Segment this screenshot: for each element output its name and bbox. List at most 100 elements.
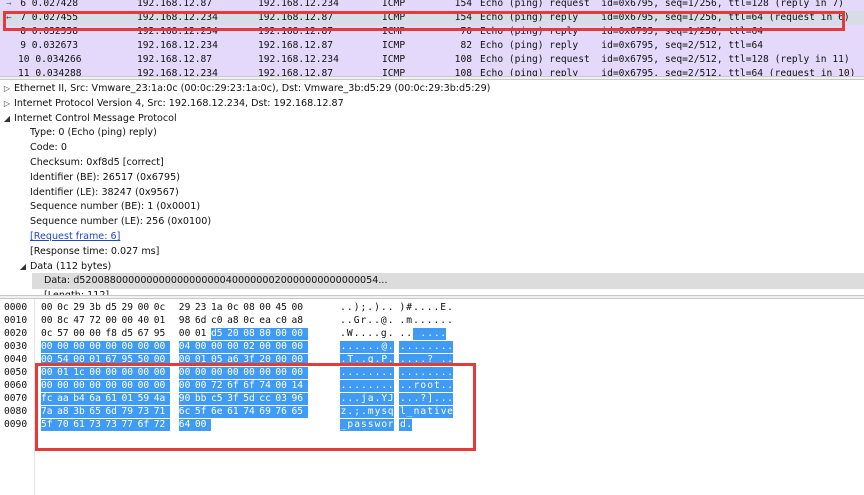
ascii-byte[interactable]: . xyxy=(387,367,394,379)
ascii-byte[interactable]: . xyxy=(374,328,380,340)
hex-byte[interactable]: 00 xyxy=(259,302,275,314)
detail-tree-item[interactable]: Checksum: 0xf8d5 [correct] xyxy=(30,156,164,170)
tree-expander-icon[interactable]: ▷ xyxy=(2,82,12,96)
hex-byte[interactable]: 6d xyxy=(195,315,211,327)
hex-byte[interactable]: 95 xyxy=(154,328,170,340)
hex-byte[interactable]: 3b xyxy=(89,302,105,314)
detail-tree-item[interactable]: Ethernet II, Src: Vmware_23:1a:0c (00:0c… xyxy=(14,82,490,96)
ascii-byte[interactable]: . xyxy=(447,393,453,405)
detail-tree-item[interactable]: Data (112 bytes) xyxy=(30,260,111,274)
hex-byte[interactable]: 00 xyxy=(89,328,105,340)
packet-row[interactable]: ← 7 0.027455 192.168.12.234 192.168.12.87 IC… xyxy=(0,11,864,25)
ascii-byte[interactable]: . xyxy=(340,328,346,340)
hex-byte[interactable]: 98 xyxy=(179,315,195,327)
hex-byte[interactable]: 57 xyxy=(57,328,73,340)
ascii-byte[interactable]: . xyxy=(420,315,426,327)
hex-byte[interactable]: 00 xyxy=(138,302,154,314)
hex-byte[interactable]: 00 xyxy=(41,302,57,314)
hex-byte[interactable]: 0c xyxy=(227,302,243,314)
hex-byte[interactable]: 40 xyxy=(138,315,154,327)
detail-tree-item[interactable]: Type: 0 (Echo (ping) reply) xyxy=(30,126,157,140)
ascii-byte[interactable]: . xyxy=(447,315,453,327)
ascii-byte[interactable]: . xyxy=(388,328,394,340)
hex-byte[interactable]: 1a xyxy=(211,302,227,314)
packet-row[interactable]: 11 0.034288 192.168.12.234 192.168.12.87 IC… xyxy=(0,67,864,76)
hex-byte[interactable]: 01 xyxy=(154,315,170,327)
ascii-byte[interactable]: . xyxy=(340,315,346,327)
ascii-byte[interactable]: . xyxy=(447,354,453,366)
hex-byte[interactable]: 00 xyxy=(105,315,121,327)
ascii-byte[interactable]: . xyxy=(433,315,440,327)
hex-byte[interactable]: 71 xyxy=(153,406,170,418)
ascii-byte[interactable]: . xyxy=(367,302,373,314)
request-frame-link[interactable]: [Request frame: 6] xyxy=(30,230,120,244)
ascii-byte[interactable]: ; xyxy=(360,302,367,314)
detail-tree-item[interactable]: Sequence number (BE): 1 (0x0001) xyxy=(30,200,200,214)
ascii-byte[interactable]: . xyxy=(387,354,394,366)
ascii-byte[interactable]: . xyxy=(367,315,373,327)
hex-byte[interactable]: 08 xyxy=(243,302,259,314)
ascii-byte[interactable]: e xyxy=(447,406,453,418)
hex-byte[interactable]: 14 xyxy=(291,380,308,392)
packet-row[interactable]: 8 0.032558 192.168.12.234 192.168.12.87 ICM… xyxy=(0,25,864,39)
ascii-byte[interactable]: . xyxy=(433,302,440,314)
hex-byte[interactable]: 00 xyxy=(179,328,195,340)
detail-tree-item[interactable]: Sequence number (LE): 256 (0x0100) xyxy=(30,215,211,229)
hex-byte[interactable]: 47 xyxy=(73,315,89,327)
ascii-byte[interactable]: # xyxy=(406,302,412,314)
detail-tree-item[interactable]: Identifier (BE): 26517 (0x6795) xyxy=(30,171,180,185)
ascii-byte[interactable]: . xyxy=(406,419,413,431)
hex-byte[interactable]: 29 xyxy=(73,302,89,314)
detail-tree-item[interactable]: [Response time: 0.027 ms] xyxy=(30,245,159,259)
ascii-byte[interactable]: . xyxy=(347,315,353,327)
hex-byte[interactable]: 0c xyxy=(154,302,170,314)
ascii-byte[interactable]: g xyxy=(381,328,387,340)
hex-byte[interactable]: 72 xyxy=(89,315,105,327)
ascii-byte[interactable]: . xyxy=(427,315,433,327)
ascii-byte[interactable]: . xyxy=(447,367,453,379)
hex-byte[interactable]: 00 xyxy=(292,302,308,314)
hex-byte[interactable]: 45 xyxy=(275,302,291,314)
ascii-byte[interactable]: ) xyxy=(354,302,360,314)
tree-expander-icon[interactable]: ◢ xyxy=(2,112,12,126)
hex-byte[interactable]: 23 xyxy=(195,302,211,314)
ascii-byte[interactable]: . xyxy=(399,328,406,340)
detail-tree-item[interactable]: Data: d520088000000000000000000400000002… xyxy=(44,274,388,288)
ascii-byte[interactable]: . xyxy=(367,328,373,340)
packet-bytes-pane[interactable]: 0000 00 0c 29 3b d5 29 00 0c 29 23 1a 0c 08 00 45 00..);… xyxy=(0,299,864,495)
ascii-byte[interactable]: J xyxy=(387,393,394,405)
hex-byte[interactable]: d5 xyxy=(122,328,138,340)
detail-tree-item[interactable]: Identifier (LE): 38247 (0x9567) xyxy=(30,186,179,200)
ascii-byte[interactable]: @ xyxy=(381,315,387,327)
ascii-byte[interactable]: . xyxy=(347,302,353,314)
ascii-byte[interactable]: . xyxy=(447,302,453,314)
hex-byte[interactable]: 29 xyxy=(122,302,138,314)
packet-row[interactable]: 10 0.034266 192.168.12.87 192.168.12.234 IC… xyxy=(0,53,864,67)
hex-byte[interactable]: 00 xyxy=(153,341,170,353)
hex-byte[interactable]: 0c xyxy=(41,328,57,340)
ascii-byte[interactable]: r xyxy=(387,419,394,431)
hex-byte[interactable]: d5 xyxy=(105,302,121,314)
packet-row[interactable]: → 6 0.027428 192.168.12.87 192.168.12.234 IC… xyxy=(0,0,864,11)
ascii-byte[interactable]: ) xyxy=(399,302,406,314)
ascii-byte[interactable]: . xyxy=(440,315,446,327)
ascii-byte[interactable]: . xyxy=(388,302,394,314)
ascii-byte[interactable]: . xyxy=(340,302,346,314)
detail-tree-item[interactable]: Internet Protocol Version 4, Src: 192.16… xyxy=(14,97,344,111)
ascii-byte[interactable]: . xyxy=(387,341,394,353)
ascii-byte[interactable]: . xyxy=(413,302,419,314)
ascii-byte[interactable]: . xyxy=(374,315,380,327)
packet-list[interactable]: → 6 0.027428 192.168.12.87 192.168.12.234 IC… xyxy=(0,0,864,76)
hex-byte[interactable]: 00 xyxy=(41,315,57,327)
ascii-byte[interactable]: ) xyxy=(374,302,380,314)
hex-byte[interactable]: 67 xyxy=(138,328,154,340)
ascii-byte[interactable]: . xyxy=(440,328,447,340)
ascii-byte[interactable]: . xyxy=(399,315,406,327)
packet-details-tree[interactable]: ▷ Ethernet II, Src: Vmware_23:1a:0c (00:0… xyxy=(0,80,864,295)
hex-byte[interactable]: a8 xyxy=(292,315,308,327)
hex-byte[interactable]: 96 xyxy=(291,393,308,405)
ascii-byte[interactable]: . xyxy=(413,315,419,327)
hex-byte[interactable]: 00 xyxy=(73,328,89,340)
hex-byte[interactable]: 00 xyxy=(153,380,170,392)
hex-byte[interactable]: 8c xyxy=(57,315,73,327)
